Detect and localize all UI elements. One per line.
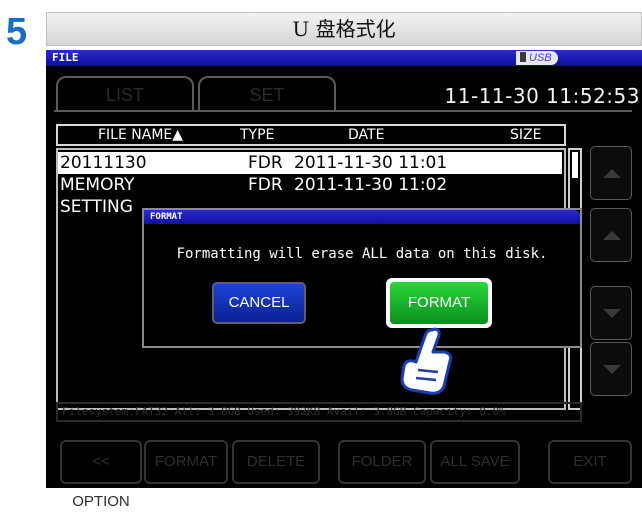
- all-save-button[interactable]: ALL SAVE: [430, 440, 520, 484]
- cancel-button[interactable]: CANCEL: [212, 282, 306, 324]
- arrow-up-icon: [603, 231, 621, 240]
- usb-drive-badge: USB: [516, 51, 558, 65]
- arrow-down-icon: [603, 309, 621, 318]
- file-type: FDR: [248, 153, 283, 173]
- usb-badge-label: USB: [529, 52, 552, 64]
- file-name: MEMORY: [60, 175, 135, 195]
- format-confirm-button[interactable]: FORMAT: [390, 282, 488, 324]
- column-file-name[interactable]: FILE NAME▲: [98, 126, 183, 144]
- exit-button[interactable]: EXIT: [548, 440, 632, 484]
- file-date: 2011-11-30 11:02: [294, 175, 448, 195]
- scroll-up-button[interactable]: [590, 208, 632, 262]
- option-button[interactable]: << OPTION: [60, 440, 142, 510]
- table-row[interactable]: MEMORY FDR 2011-11-30 11:02: [58, 174, 562, 196]
- column-size[interactable]: SIZE: [510, 126, 541, 144]
- window-title: FILE: [52, 51, 79, 64]
- dialog-titlebar: FORMAT: [144, 210, 580, 224]
- filesystem-info: Filesystem:FAT32 All: 3.8GB Used: 392KB …: [56, 402, 582, 422]
- page-up-button[interactable]: [590, 146, 632, 200]
- dialog-title: FORMAT: [150, 212, 183, 222]
- file-list-header: FILE NAME▲ TYPE DATE SIZE: [56, 124, 566, 146]
- usb-icon: [520, 52, 526, 62]
- file-name: 20111130: [60, 153, 147, 173]
- column-date[interactable]: DATE: [348, 126, 384, 144]
- pointing-hand-icon: [400, 327, 453, 395]
- page-down-icon: [603, 365, 621, 374]
- format-dialog: FORMAT Formatting will erase ALL data on…: [142, 208, 582, 348]
- file-name: SETTING: [60, 197, 133, 217]
- column-type[interactable]: TYPE: [240, 126, 274, 144]
- delete-button[interactable]: DELETE: [232, 440, 320, 484]
- format-function-button[interactable]: FORMAT: [144, 440, 228, 484]
- scrollbar-thumb[interactable]: [572, 152, 578, 178]
- dialog-message: Formatting will erase ALL data on this d…: [176, 246, 548, 262]
- scroll-down-button[interactable]: [590, 286, 632, 340]
- tab-list[interactable]: LIST: [56, 76, 194, 110]
- folder-button[interactable]: FOLDER: [338, 440, 426, 484]
- format-button-highlight: FORMAT: [386, 278, 492, 328]
- clock: 11-11-30 11:52:53: [444, 84, 640, 108]
- step-number: 5: [6, 11, 28, 53]
- file-date: 2011-11-30 11:01: [294, 153, 448, 173]
- tab-divider: [54, 110, 632, 112]
- file-type: FDR: [248, 175, 283, 195]
- page-down-button[interactable]: [590, 342, 632, 396]
- caption-bar: U 盘格式化: [46, 12, 642, 46]
- tab-set[interactable]: SET: [198, 76, 336, 110]
- device-screen: FILE USB LIST SET 11-11-30 11:52:53 FILE…: [46, 50, 642, 510]
- page-up-icon: [603, 169, 621, 178]
- table-row[interactable]: 20111130 FDR 2011-11-30 11:01: [58, 152, 562, 174]
- window-titlebar: FILE USB: [46, 50, 642, 66]
